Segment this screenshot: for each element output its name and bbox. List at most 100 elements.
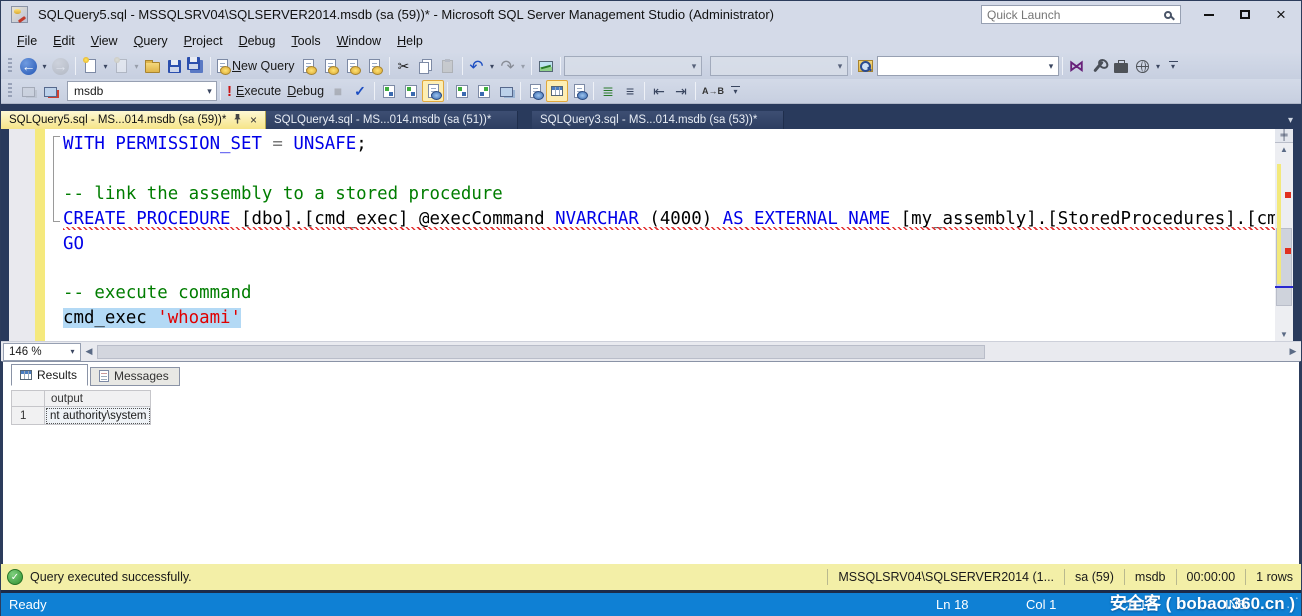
row-header-1[interactable]: 1 bbox=[11, 407, 45, 425]
save-all-button[interactable] bbox=[185, 55, 207, 77]
increase-indent-button[interactable]: ⇥ bbox=[670, 80, 692, 102]
new-item-button[interactable] bbox=[79, 55, 101, 77]
execute-button[interactable]: ! Execute bbox=[224, 80, 284, 102]
save-button[interactable] bbox=[163, 55, 185, 77]
uncomment-button[interactable]: ≡ bbox=[619, 80, 641, 102]
copy-button[interactable] bbox=[415, 55, 437, 77]
close-button[interactable]: × bbox=[1267, 4, 1295, 26]
intellisense-button[interactable] bbox=[422, 80, 444, 102]
watermark: 安全客 ( bobao.360.cn ) bbox=[1110, 589, 1295, 614]
xmla-query-button[interactable] bbox=[364, 55, 386, 77]
results-to-grid-button[interactable] bbox=[546, 80, 568, 102]
zoom-combobox[interactable]: 146 % ▾ bbox=[3, 343, 81, 361]
debug-button[interactable]: Debug bbox=[284, 80, 327, 102]
maximize-button[interactable] bbox=[1231, 4, 1259, 26]
vscroll-track[interactable] bbox=[1275, 156, 1293, 328]
web-browser-button[interactable] bbox=[1132, 55, 1154, 77]
estimated-plan-button[interactable] bbox=[378, 80, 400, 102]
menu-help[interactable]: Help bbox=[389, 31, 431, 51]
scroll-right-icon[interactable]: ▶ bbox=[1285, 346, 1301, 357]
query-options-button[interactable] bbox=[400, 80, 422, 102]
title-bar[interactable]: SQLQuery5.sql - MSSQLSRV04\SQLSERVER2014… bbox=[1, 1, 1301, 28]
toolbar2-options-chevron[interactable]: ▾ bbox=[731, 86, 740, 96]
menu-project[interactable]: Project bbox=[176, 31, 231, 51]
comment-button[interactable]: ≣ bbox=[597, 80, 619, 102]
menu-edit[interactable]: Edit bbox=[45, 31, 83, 51]
redo-caret[interactable]: ▾ bbox=[519, 62, 528, 71]
connect-button[interactable] bbox=[17, 80, 39, 102]
change-connection-button[interactable] bbox=[39, 80, 61, 102]
indicator-margin[interactable] bbox=[9, 129, 35, 341]
toolbar-grip[interactable] bbox=[8, 58, 12, 74]
redo-button[interactable]: ↷ bbox=[497, 55, 519, 77]
feedback-button[interactable]: ⋈ bbox=[1066, 55, 1088, 77]
parse-button[interactable]: ✓ bbox=[349, 80, 371, 102]
menu-debug[interactable]: Debug bbox=[231, 31, 284, 51]
navigate-back-button[interactable]: ← bbox=[17, 55, 40, 77]
code-editor[interactable]: WITH PERMISSION_SET = UNSAFE; -- link th… bbox=[45, 129, 1275, 341]
hscroll-track[interactable] bbox=[97, 344, 1283, 360]
results-to-file-button[interactable] bbox=[568, 80, 590, 102]
add-item-button[interactable] bbox=[110, 55, 132, 77]
activity-monitor-button[interactable] bbox=[535, 55, 557, 77]
menu-file[interactable]: File bbox=[9, 31, 45, 51]
tab-close-icon[interactable]: × bbox=[250, 113, 257, 127]
toolbar-options-chevron[interactable]: ▾ bbox=[1169, 61, 1178, 71]
tab-sqlquery4[interactable]: SQLQuery4.sql - MS...014.msdb (sa (51))* bbox=[266, 111, 518, 129]
quick-launch-box[interactable] bbox=[981, 5, 1181, 24]
results-to-text-button[interactable] bbox=[524, 80, 546, 102]
actual-plan-button[interactable] bbox=[451, 80, 473, 102]
open-file-button[interactable] bbox=[141, 55, 163, 77]
decrease-indent-button[interactable]: ⇤ bbox=[648, 80, 670, 102]
customize-button[interactable] bbox=[1088, 55, 1110, 77]
column-header-output[interactable]: output bbox=[45, 390, 151, 407]
results-grid: output 1 nt authority\system bbox=[11, 390, 1299, 425]
grid-corner-cell[interactable] bbox=[11, 390, 45, 407]
toolbox-button[interactable] bbox=[1110, 55, 1132, 77]
tab-sqlquery5[interactable]: SQLQuery5.sql - MS...014.msdb (sa (59))*… bbox=[1, 111, 266, 129]
undo-caret[interactable]: ▾ bbox=[488, 62, 497, 71]
messages-tab-label: Messages bbox=[114, 369, 169, 383]
menu-window[interactable]: Window bbox=[329, 31, 389, 51]
template-parameters-button[interactable]: A→B bbox=[699, 80, 727, 102]
find-button[interactable] bbox=[855, 55, 877, 77]
cancel-query-button[interactable]: ■ bbox=[327, 80, 349, 102]
result-cell-output[interactable]: nt authority\system bbox=[45, 407, 151, 425]
new-item-caret[interactable]: ▾ bbox=[101, 62, 110, 71]
vertical-scrollbar[interactable]: ╪ ▲ ▼ bbox=[1275, 129, 1293, 341]
client-statistics-button[interactable] bbox=[473, 80, 495, 102]
menu-tools[interactable]: Tools bbox=[283, 31, 328, 51]
menu-view[interactable]: View bbox=[83, 31, 126, 51]
back-dropdown-caret[interactable]: ▾ bbox=[40, 62, 49, 71]
paste-button[interactable] bbox=[437, 55, 459, 77]
cut-button[interactable]: ✂ bbox=[393, 55, 415, 77]
find-in-files-icon bbox=[858, 60, 873, 72]
tab-results[interactable]: Results bbox=[11, 364, 88, 386]
tab-sqlquery3[interactable]: SQLQuery3.sql - MS...014.msdb (sa (53))* bbox=[532, 111, 784, 129]
web-browser-caret[interactable]: ▾ bbox=[1154, 62, 1163, 71]
tab-list-chevron-icon[interactable]: ▾ bbox=[1288, 111, 1301, 129]
dmx-query-button[interactable] bbox=[342, 55, 364, 77]
undo-button[interactable]: ↶ bbox=[466, 55, 488, 77]
parse-check-icon: ✓ bbox=[354, 84, 366, 98]
tab-messages[interactable]: Messages bbox=[90, 367, 180, 386]
splitter-handle[interactable]: ╪ bbox=[1275, 129, 1293, 143]
add-item-caret[interactable]: ▾ bbox=[132, 62, 141, 71]
pin-icon[interactable] bbox=[233, 113, 242, 127]
sqlcmd-mode-button[interactable] bbox=[495, 80, 517, 102]
navigate-forward-button[interactable]: → bbox=[49, 55, 72, 77]
database-engine-query-button[interactable] bbox=[298, 55, 320, 77]
toolbar-grip-2[interactable] bbox=[8, 83, 12, 99]
scroll-up-icon[interactable]: ▲ bbox=[1275, 143, 1293, 156]
mdx-query-button[interactable] bbox=[320, 55, 342, 77]
editor-region: WITH PERMISSION_SET = UNSAFE; -- link th… bbox=[1, 129, 1301, 341]
scroll-left-icon[interactable]: ◀ bbox=[81, 346, 97, 357]
quick-launch-input[interactable] bbox=[982, 8, 1164, 22]
new-query-button[interactable]: New Query bbox=[214, 55, 298, 77]
menu-query[interactable]: Query bbox=[126, 31, 176, 51]
scroll-down-icon[interactable]: ▼ bbox=[1275, 328, 1293, 341]
available-databases-combobox[interactable]: msdb ▾ bbox=[67, 81, 217, 101]
find-combobox[interactable]: ▾ bbox=[877, 56, 1059, 76]
minimize-button[interactable] bbox=[1195, 4, 1223, 26]
hscroll-thumb[interactable] bbox=[97, 345, 985, 359]
